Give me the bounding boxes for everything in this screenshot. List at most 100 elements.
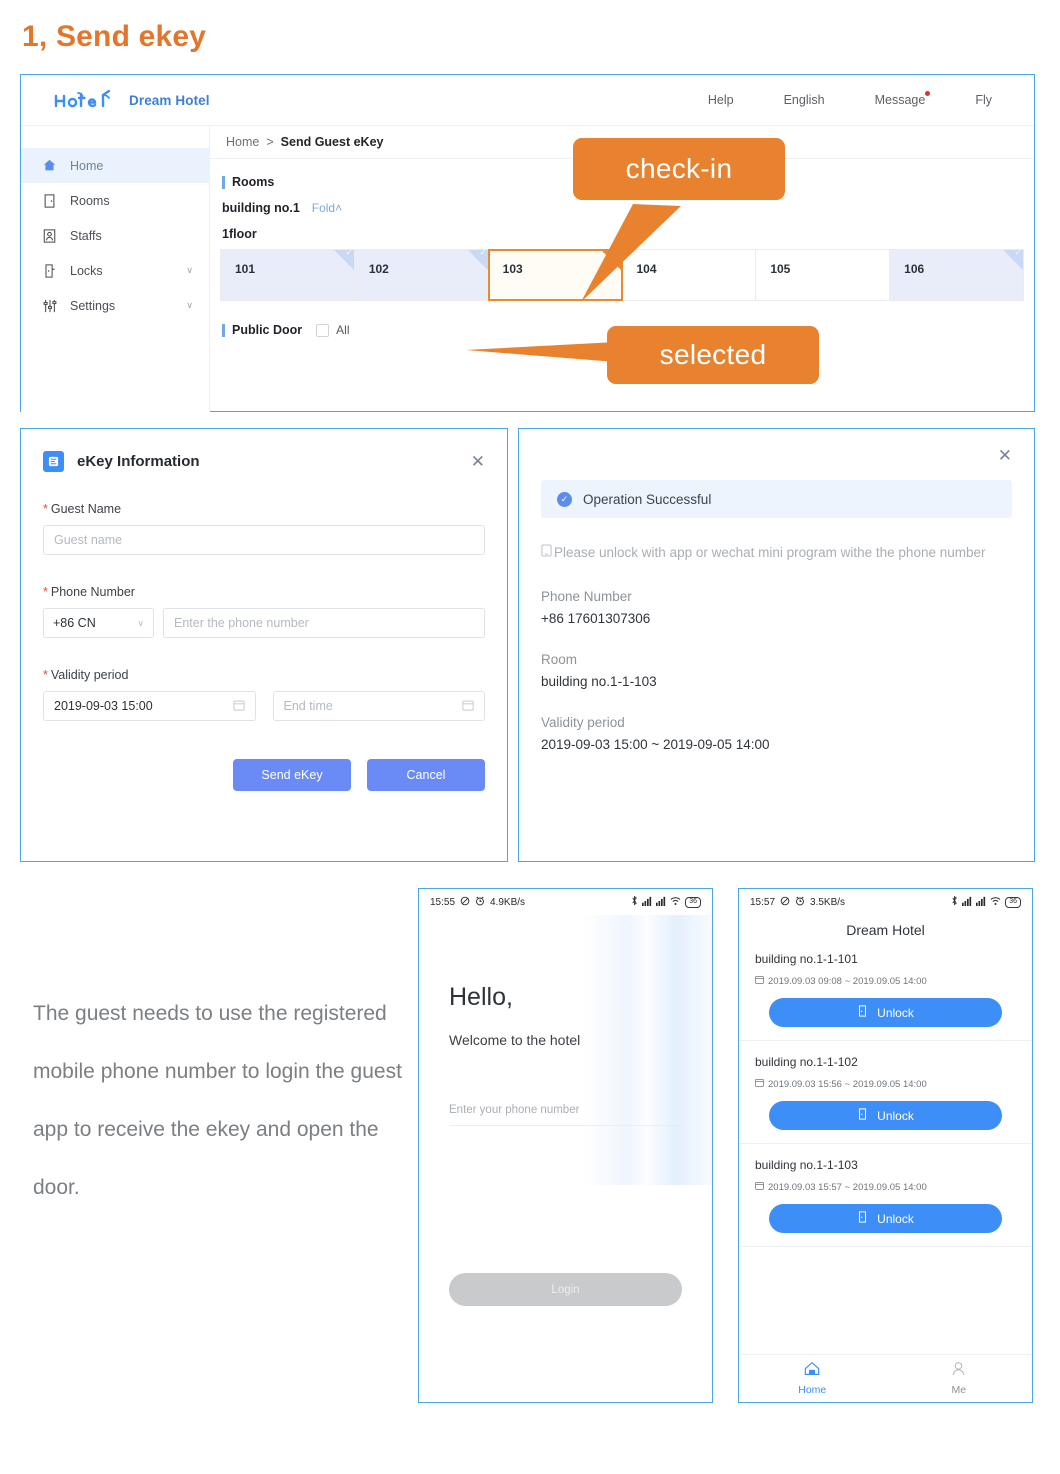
room-name: 104 (636, 262, 657, 276)
bluetooth-icon (631, 895, 638, 909)
form-icon (43, 451, 64, 472)
public-door-title: Public Door (222, 323, 302, 337)
top-nav-fly[interactable]: Fly (975, 93, 992, 107)
sidebar-item-home[interactable]: Home (21, 148, 209, 183)
room-cell-104[interactable]: 104 (622, 250, 757, 300)
unlock-button[interactable]: Unlock (769, 998, 1002, 1027)
status-text: Operation Successful (583, 491, 712, 507)
ekey-period: 2019.09.03 15:56 ~ 2019.09.05 14:00 (768, 1078, 927, 1090)
country-code-select[interactable]: +86 CN ∨ (43, 608, 154, 638)
guest-name-label-text: Guest Name (50, 502, 122, 516)
phone-number-label: Phone Number (541, 589, 632, 604)
ekey-period-row: 2019.09.03 15:56 ~ 2019.09.05 14:00 (755, 1078, 1016, 1090)
status-bar-time: 15:55 (430, 896, 456, 908)
phone-number-label: * Phone Number (43, 585, 485, 599)
required-marker: * (43, 502, 48, 516)
top-nav-english[interactable]: English (784, 93, 825, 107)
phone-number-label-text: Phone Number (50, 585, 135, 599)
unlock-label: Unlock (877, 1108, 914, 1123)
required-marker: * (43, 668, 48, 682)
guest-name-input[interactable]: Guest name (43, 525, 485, 555)
mute-icon (460, 896, 470, 909)
room-name: 105 (770, 262, 791, 276)
calendar-icon (755, 1078, 764, 1090)
chevron-down-icon: ∨ (186, 265, 193, 275)
chevron-down-icon: ∨ (137, 617, 144, 628)
checkbox-box-icon (316, 323, 330, 337)
start-time-input[interactable]: 2019-09-03 15:00 (43, 691, 256, 721)
top-nav-message-label: Message (874, 93, 926, 107)
brand-name: Dream Hotel (129, 92, 210, 108)
wifi-icon (990, 896, 1001, 909)
breadcrumb-current: Send Guest eKey (280, 135, 384, 149)
signal-1-icon (642, 896, 652, 909)
end-time-placeholder: End time (283, 699, 333, 713)
lock-icon (857, 1005, 868, 1020)
calendar-icon (232, 699, 245, 714)
guest-name-label: * Guest Name (43, 502, 485, 516)
fold-toggle[interactable]: Fold˄ (312, 201, 342, 215)
send-ekey-button[interactable]: Send eKey (233, 759, 351, 791)
instruction-paragraph: The guest needs to use the registered mo… (33, 1002, 402, 1199)
cancel-button[interactable]: Cancel (367, 759, 485, 791)
sidebar-item-settings[interactable]: Settings ∨ (21, 288, 209, 323)
login-greeting: Hello, Welcome to the hotel (419, 915, 712, 1048)
chevron-down-icon: ∨ (186, 300, 193, 310)
brand[interactable]: Dream Hotel (53, 89, 210, 111)
wifi-icon (670, 896, 681, 909)
room-cell-105[interactable]: 105 (756, 250, 891, 300)
unlock-note: Please unlock with app or wechat mini pr… (541, 542, 1012, 563)
breadcrumb-home[interactable]: Home (226, 135, 259, 149)
dialog-title: eKey Information (77, 453, 200, 470)
person-icon (951, 1361, 966, 1381)
rooms-label: Rooms (232, 175, 275, 189)
alarm-icon (475, 896, 485, 909)
top-nav-message[interactable]: Message (874, 91, 931, 107)
sidebar-item-locks[interactable]: Locks ∨ (21, 253, 209, 288)
title-accent-bar (222, 175, 225, 189)
room-value: building no.1-1-103 (541, 674, 657, 689)
tab-me[interactable]: Me (886, 1355, 1033, 1402)
unlock-button[interactable]: Unlock (769, 1204, 1002, 1233)
close-icon[interactable]: ✕ (998, 447, 1012, 464)
alarm-icon (795, 896, 805, 909)
lock-icon (43, 263, 61, 278)
status-bar: 15:57 3.5KB/s 36 (739, 889, 1032, 915)
validity-row: 2019-09-03 15:00 End time (43, 691, 485, 721)
room-cell-101[interactable]: 101 (221, 250, 355, 300)
phone-number-input[interactable]: Enter the phone number (163, 608, 485, 638)
room-cell-103[interactable]: 103 (487, 249, 624, 301)
close-icon[interactable]: ✕ (471, 453, 485, 470)
tab-home[interactable]: Home (739, 1355, 886, 1402)
validity-period-field: * Validity period 2019-09-03 15:00 End ti… (21, 668, 507, 721)
checkin-corner-icon (467, 250, 488, 270)
unlock-button[interactable]: Unlock (769, 1101, 1002, 1130)
status-bar-time: 15:57 (750, 896, 776, 908)
calendar-icon (755, 1181, 764, 1193)
phone-number-input[interactable]: Enter your phone number (449, 1104, 682, 1126)
country-code-value: +86 CN (53, 616, 96, 630)
status-bar: 15:55 4.9KB/s 36 (419, 889, 712, 915)
login-button[interactable]: Login (449, 1273, 682, 1306)
sidebar-item-staffs[interactable]: Staffs (21, 218, 209, 253)
room-cell-102[interactable]: 102 (354, 250, 489, 300)
start-time-value: 2019-09-03 15:00 (54, 699, 153, 713)
dialog-header: eKey Information ✕ (21, 429, 507, 472)
tab-home-label: Home (798, 1384, 827, 1396)
home-icon (804, 1361, 820, 1381)
ekey-period: 2019.09.03 15:57 ~ 2019.09.05 14:00 (768, 1181, 927, 1193)
list-item: building no.1-1-101 2019.09.03 09:08 ~ 2… (739, 938, 1032, 1041)
ekey-period-row: 2019.09.03 09:08 ~ 2019.09.05 14:00 (755, 975, 1016, 987)
end-time-input[interactable]: End time (272, 691, 485, 721)
bluetooth-icon (951, 895, 958, 909)
sidebar-item-home-label: Home (70, 158, 104, 173)
app-title: Dream Hotel (846, 922, 925, 938)
check-circle-icon: ✓ (557, 491, 572, 507)
top-nav-help[interactable]: Help (708, 93, 734, 107)
admin-topbar: Dream Hotel Help English Message Fly (21, 75, 1034, 126)
callout-checkin-bubble: check-in (573, 138, 785, 200)
building-row: building no.1 Fold˄ (222, 201, 1034, 215)
room-cell-106[interactable]: 106 (890, 250, 1024, 300)
public-door-all-checkbox[interactable]: All (316, 323, 350, 337)
sidebar-item-rooms[interactable]: Rooms (21, 183, 209, 218)
